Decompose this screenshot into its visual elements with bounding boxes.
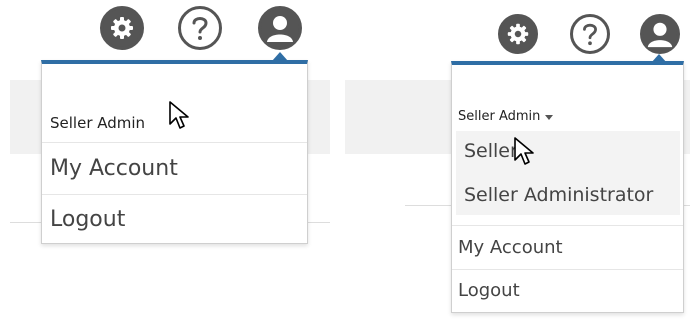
menu-item-label: Logout	[458, 280, 520, 301]
gear-icon	[507, 23, 529, 45]
role-option-seller-administrator[interactable]: Seller Administrator	[456, 175, 680, 215]
mouse-pointer-icon	[169, 101, 189, 129]
menu-item-my-account[interactable]: My Account	[452, 225, 683, 269]
user-account-button[interactable]	[258, 6, 302, 50]
settings-button[interactable]	[498, 14, 538, 54]
role-selector-label: Seller Admin	[50, 114, 146, 132]
chevron-down-icon	[545, 114, 554, 120]
question-mark-icon	[583, 23, 597, 46]
user-avatar-icon	[647, 22, 673, 48]
menu-item-logout[interactable]: Logout	[42, 194, 307, 244]
role-option-label: Seller Administrator	[464, 184, 654, 206]
help-button[interactable]	[178, 6, 222, 50]
menu-item-my-account[interactable]: My Account	[42, 142, 307, 194]
role-selector[interactable]: Seller Admin	[452, 103, 683, 129]
menu-item-label: Logout	[50, 207, 126, 232]
role-option-seller[interactable]: Seller	[456, 131, 680, 171]
menu-item-label: My Account	[50, 156, 178, 181]
left-panel: Seller Admin My Account Logout	[0, 0, 345, 322]
user-avatar-icon	[267, 16, 293, 42]
question-mark-icon	[192, 17, 208, 40]
menu-item-label: My Account	[458, 237, 563, 258]
mouse-pointer-icon	[514, 137, 534, 165]
user-dropdown-menu: Seller Admin My Account Logout	[41, 60, 308, 244]
menu-item-logout[interactable]: Logout	[452, 269, 683, 311]
right-panel: Seller Admin Seller Seller Administrator…	[345, 0, 690, 322]
settings-button[interactable]	[100, 6, 144, 50]
gear-icon	[111, 17, 133, 39]
role-option-label: Seller	[464, 140, 518, 162]
user-dropdown-menu: Seller Admin Seller Seller Administrator…	[451, 61, 684, 313]
help-button[interactable]	[570, 14, 610, 54]
role-submenu: Seller Seller Administrator	[456, 131, 680, 215]
user-account-button[interactable]	[640, 14, 680, 54]
role-selector-label: Seller Admin	[458, 108, 541, 124]
